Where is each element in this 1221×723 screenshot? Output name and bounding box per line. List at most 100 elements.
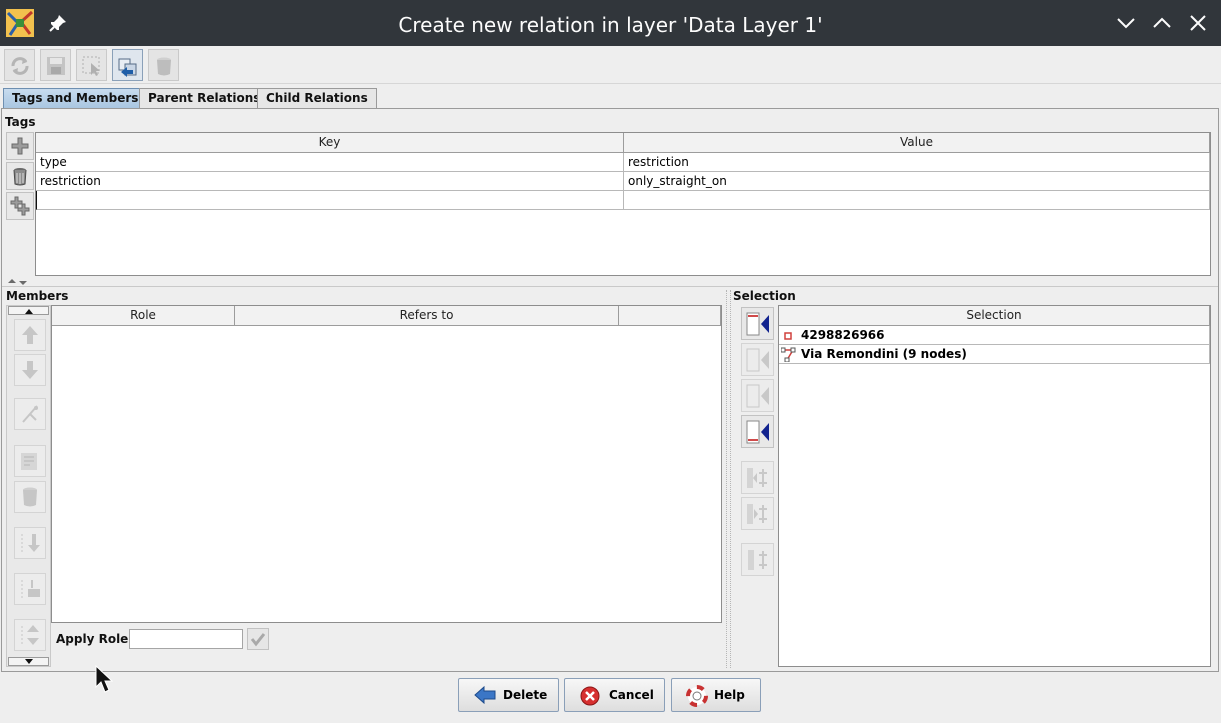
column-header-selection[interactable]: Selection: [779, 306, 1210, 326]
splitter-line: [2, 286, 1218, 287]
sort-icon: [22, 405, 38, 423]
member-sort-icon: [748, 550, 767, 570]
apply-role-button[interactable]: [247, 628, 269, 650]
reverse-members-button[interactable]: [14, 619, 46, 651]
selection-item[interactable]: Via Remondini (9 nodes): [779, 345, 1210, 364]
floppy-icon: [47, 57, 65, 75]
scroll-down-button[interactable]: [8, 657, 49, 666]
plus-icon: [11, 137, 29, 155]
selection-table[interactable]: Selection 4298826966 Via Remondini (9 no…: [778, 305, 1211, 667]
select-members-button[interactable]: [76, 49, 107, 81]
dialog-button-bar: Delete Cancel Help: [0, 675, 1221, 723]
apply-role-label: Apply Role:: [56, 632, 134, 646]
selection-section-label: Selection: [733, 289, 796, 303]
trash-icon: [157, 57, 171, 76]
add-after-icon: [746, 384, 769, 408]
members-selection-splitter[interactable]: [726, 290, 731, 668]
sort-below-button[interactable]: [741, 543, 774, 576]
column-header-refers-to[interactable]: Refers to: [235, 306, 619, 326]
scroll-up-button[interactable]: [8, 306, 49, 315]
download-incomplete-button[interactable]: [14, 573, 46, 605]
add-at-top-icon: [746, 312, 769, 336]
close-icon[interactable]: [1187, 12, 1209, 34]
download-members-button[interactable]: [14, 527, 46, 559]
selection-item-label: 4298826966: [801, 328, 885, 342]
node-icon: [784, 332, 792, 340]
delete-button[interactable]: Delete: [458, 678, 559, 712]
selection-item-label: Via Remondini (9 nodes): [801, 347, 967, 361]
remove-selected-members-button[interactable]: [741, 461, 774, 494]
tags-section-label: Tags: [5, 115, 36, 129]
dotted-download-icon: [21, 580, 40, 598]
minimize-icon[interactable]: [1115, 12, 1137, 34]
tab-bar: Tags and Members Parent Relations Child …: [0, 86, 1221, 108]
remove-member-button[interactable]: [14, 481, 46, 513]
column-header-value[interactable]: Value: [624, 133, 1210, 153]
tag-value-edit-cell[interactable]: [624, 191, 1210, 210]
cancel-button[interactable]: Cancel: [564, 678, 665, 712]
save-button[interactable]: [40, 49, 71, 81]
checkmark-icon: [250, 633, 266, 647]
edit-member-button[interactable]: [14, 445, 46, 477]
edit-icon: [21, 453, 37, 470]
add-tag-button[interactable]: [6, 132, 34, 160]
duplicate-relation-button[interactable]: [112, 49, 143, 81]
tag-key-cell[interactable]: restriction: [36, 172, 624, 191]
delete-tag-button[interactable]: [6, 162, 34, 190]
dotted-arrow-down-icon: [21, 534, 40, 552]
member-select-icon: [747, 504, 767, 524]
select-members-in-selection-button[interactable]: [741, 497, 774, 530]
help-button-label: Help: [714, 688, 745, 702]
apply-role-input[interactable]: [129, 629, 243, 649]
triangle-down-icon: [25, 659, 33, 664]
cancel-button-label: Cancel: [609, 688, 654, 702]
column-header-role[interactable]: Role: [52, 306, 235, 326]
arrow-down-icon: [22, 361, 38, 379]
add-before-icon: [746, 348, 769, 372]
mouse-cursor-icon: [95, 665, 114, 693]
help-lifebuoy-icon: [686, 685, 708, 707]
member-remove-icon: [747, 468, 767, 488]
cancel-icon: [580, 686, 600, 706]
up-down-arrow-icon: [21, 625, 39, 645]
tag-value-cell[interactable]: only_straight_on: [624, 172, 1210, 191]
way-icon: [781, 347, 796, 362]
tab-tags-and-members[interactable]: Tags and Members: [3, 88, 148, 108]
tab-child-relations[interactable]: Child Relations: [257, 88, 377, 108]
trash-icon: [23, 487, 37, 507]
members-section-label: Members: [6, 289, 69, 303]
window-titlebar: Create new relation in layer 'Data Layer…: [0, 0, 1221, 46]
main-toolbar: [0, 46, 1221, 84]
relation-copy-icon: [118, 58, 137, 77]
tab-parent-relations[interactable]: Parent Relations: [139, 88, 270, 108]
column-header-key[interactable]: Key: [36, 133, 624, 153]
help-button[interactable]: Help: [671, 678, 761, 712]
delete-arrow-icon: [474, 685, 496, 705]
move-down-button[interactable]: [14, 354, 46, 386]
sort-members-button[interactable]: [14, 398, 46, 430]
trash-icon: [13, 168, 27, 186]
triangle-up-icon: [25, 309, 33, 314]
column-header-linkage[interactable]: [619, 306, 721, 326]
tags-table[interactable]: Key Value type restriction restriction o…: [35, 132, 1211, 276]
add-selection-before-button[interactable]: [741, 343, 774, 376]
multi-plus-icon: [10, 196, 30, 216]
arrow-up-icon: [22, 326, 38, 344]
delete-relation-toolbar-button[interactable]: [148, 49, 179, 81]
maximize-icon[interactable]: [1151, 12, 1173, 34]
paste-tags-button[interactable]: [6, 192, 34, 220]
add-selection-at-start-button[interactable]: [741, 307, 774, 340]
tag-value-cell[interactable]: restriction: [624, 153, 1210, 172]
refresh-icon: [11, 57, 29, 75]
tag-key-edit-cell[interactable]: [36, 191, 624, 210]
add-selection-after-button[interactable]: [741, 379, 774, 412]
refresh-button[interactable]: [4, 49, 35, 81]
add-selection-at-end-button[interactable]: [741, 415, 774, 448]
delete-button-label: Delete: [503, 688, 548, 702]
window-title: Create new relation in layer 'Data Layer…: [398, 13, 823, 37]
move-up-button[interactable]: [14, 319, 46, 351]
selection-item[interactable]: 4298826966: [779, 326, 1210, 345]
tag-key-cell[interactable]: type: [36, 153, 624, 172]
splitter-handle-icon[interactable]: [6, 278, 30, 286]
members-table[interactable]: Role Refers to: [51, 305, 722, 623]
